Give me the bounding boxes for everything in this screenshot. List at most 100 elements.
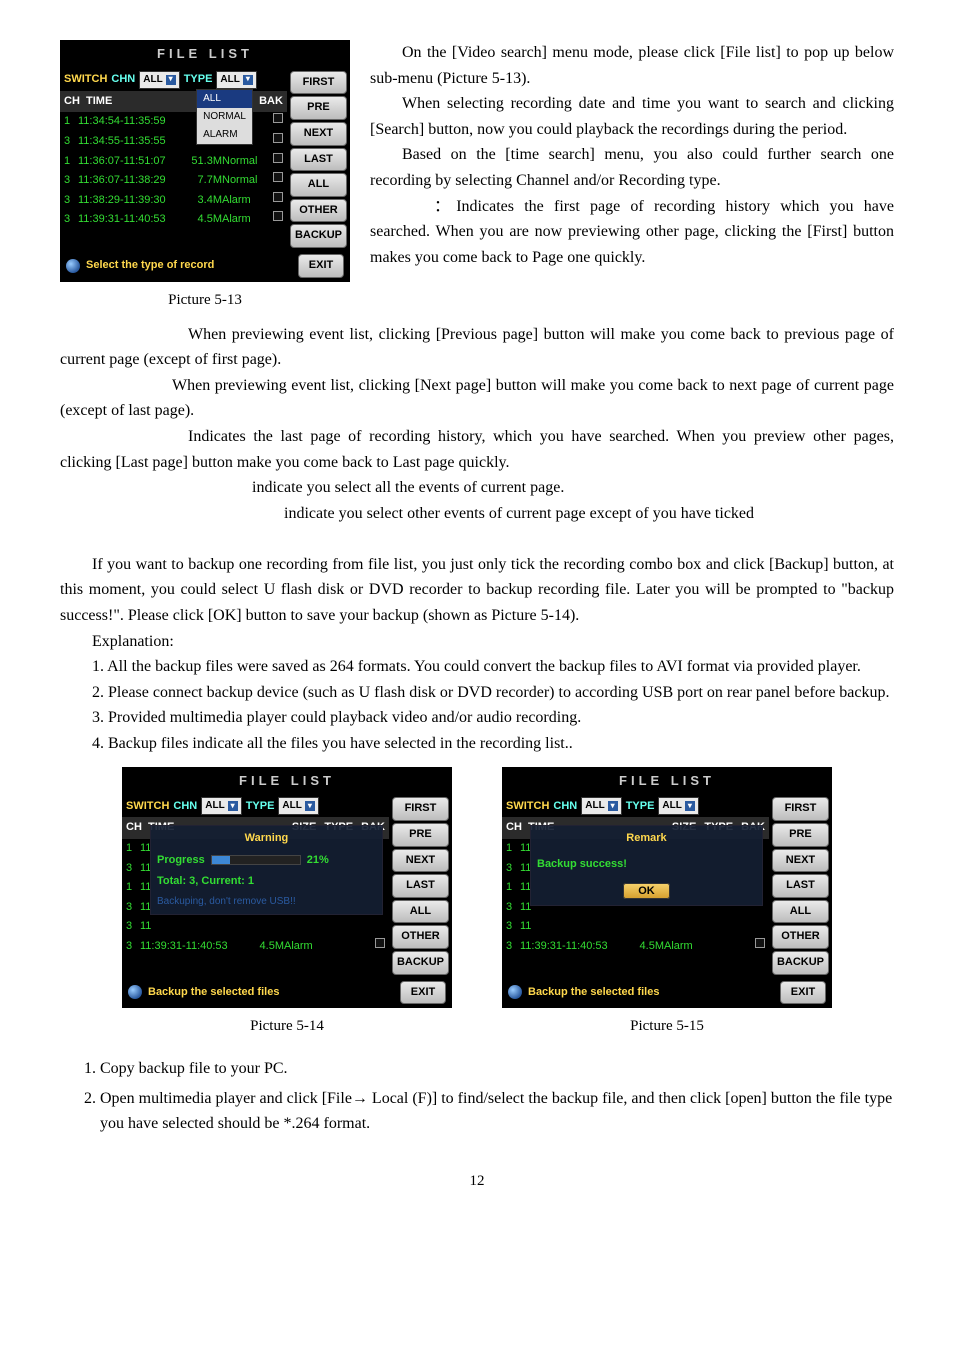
paragraph: 3. Provided multimedia player could play… xyxy=(60,705,894,731)
progress-value: 21% xyxy=(307,852,329,870)
last-button[interactable]: LAST xyxy=(772,874,829,898)
paragraph: 2. Please connect backup device (such as… xyxy=(60,680,894,706)
remark-modal: Remark Backup success! OK xyxy=(530,825,763,906)
pre-button[interactable]: PRE xyxy=(392,823,449,847)
row-checkbox[interactable] xyxy=(273,172,283,182)
busy-text: Backuping, don't remove USB!! xyxy=(157,894,376,910)
dd-option-all[interactable]: ALL xyxy=(197,90,252,108)
footer-text: Backup the selected files xyxy=(148,984,279,1002)
col-ch: CH xyxy=(60,91,82,113)
paragraph: 1. All the backup files were saved as 26… xyxy=(60,654,894,680)
paragraph: indicate you select all the events of cu… xyxy=(60,475,894,501)
next-button[interactable]: NEXT xyxy=(772,849,829,873)
row-checkbox[interactable] xyxy=(375,938,385,948)
table-row[interactable]: 311:39:31-11:40:534.5MAlarm xyxy=(502,937,769,957)
chn-dropdown[interactable]: ALL▾ xyxy=(139,71,179,89)
last-button[interactable]: LAST xyxy=(392,874,449,898)
table-row[interactable]: 311:39:31-11:40:534.5MAlarm xyxy=(122,937,389,957)
modal-title: Remark xyxy=(537,830,756,848)
table-row[interactable]: 311:38:29-11:39:303.4MAlarm xyxy=(60,191,287,211)
backup-button[interactable]: BACKUP xyxy=(290,224,347,248)
chn-label: CHN xyxy=(111,71,135,89)
info-icon xyxy=(128,985,142,999)
paragraph: If you want to backup one recording from… xyxy=(60,552,894,629)
page-number: 12 xyxy=(60,1169,894,1193)
col-bak: BAK xyxy=(255,91,287,113)
file-list-panel-15: FILE LIST SWITCH CHN ALL▾ TYPE ALL▾ CH T… xyxy=(502,767,832,1009)
progress-label: Progress xyxy=(157,852,205,870)
type-dropdown[interactable]: ALL▾ xyxy=(278,797,318,815)
type-dropdown[interactable]: ALL▾ xyxy=(216,71,256,89)
pre-button[interactable]: PRE xyxy=(772,823,829,847)
backup-button[interactable]: BACKUP xyxy=(392,951,449,975)
table-row[interactable]: 311:36:07-11:38:297.7MNormal xyxy=(60,171,287,191)
paragraph: Explanation: xyxy=(60,629,894,655)
panel-footer: Select the type of record EXIT xyxy=(60,250,350,282)
chevron-down-icon: ▾ xyxy=(166,75,176,85)
exit-button[interactable]: EXIT xyxy=(780,981,826,1005)
modal-title: Warning xyxy=(157,830,376,848)
row-checkbox[interactable] xyxy=(273,133,283,143)
type-dropdown-popup[interactable]: ALL NORMAL ALARM xyxy=(196,89,253,145)
switch-label: SWITCH xyxy=(64,71,107,89)
ok-button[interactable]: OK xyxy=(623,883,670,899)
dd-option-alarm[interactable]: ALARM xyxy=(197,126,252,144)
pre-button[interactable]: PRE xyxy=(290,96,347,120)
first-button[interactable]: FIRST xyxy=(290,71,347,95)
all-button[interactable]: ALL xyxy=(290,173,347,197)
first-button[interactable]: FIRST xyxy=(392,797,449,821)
success-text: Backup success! xyxy=(537,856,756,874)
instruction-list: Copy backup file to your PC. Open multim… xyxy=(60,1054,894,1139)
row-checkbox[interactable] xyxy=(755,938,765,948)
type-dropdown[interactable]: ALL▾ xyxy=(658,797,698,815)
chevron-down-icon: ▾ xyxy=(685,801,695,811)
table-row[interactable]: 311 xyxy=(122,917,389,937)
footer-text: Select the type of record xyxy=(86,257,214,275)
table-row[interactable]: 311:39:31-11:40:534.5MAlarm xyxy=(60,210,287,230)
paragraph: On the [Video search] menu mode, please … xyxy=(370,40,894,91)
other-button[interactable]: OTHER xyxy=(392,925,449,949)
row-checkbox[interactable] xyxy=(273,192,283,202)
info-icon xyxy=(66,259,80,273)
file-list-panel-13: FILE LIST SWITCH CHN ALL▾ TYPE ALL▾ ALL … xyxy=(60,40,350,282)
panel-title: FILE LIST xyxy=(122,767,452,796)
progress-bar xyxy=(211,855,301,865)
all-button[interactable]: ALL xyxy=(392,900,449,924)
other-button[interactable]: OTHER xyxy=(290,199,347,223)
exit-button[interactable]: EXIT xyxy=(298,254,344,278)
side-buttons: FIRST PRE NEXT LAST ALL OTHER BACKUP xyxy=(287,69,350,250)
caption-5-14: Picture 5-14 xyxy=(122,1014,452,1038)
all-button[interactable]: ALL xyxy=(772,900,829,924)
table-row[interactable]: 311 xyxy=(502,917,769,937)
first-button[interactable]: FIRST xyxy=(772,797,829,821)
paragraph: When selecting recording date and time y… xyxy=(370,91,894,142)
exit-button[interactable]: EXIT xyxy=(400,981,446,1005)
chevron-down-icon: ▾ xyxy=(243,75,253,85)
row-checkbox[interactable] xyxy=(273,113,283,123)
table-row[interactable]: 111:36:07-11:51:0751.3MNormal xyxy=(60,152,287,172)
paragraph: When previewing event list, clicking [Pr… xyxy=(60,322,894,373)
paragraph: Based on the [time search] menu, you als… xyxy=(370,142,894,193)
row-checkbox[interactable] xyxy=(273,153,283,163)
progress-total: Total: 3, Current: 1 xyxy=(157,873,376,891)
chevron-down-icon: ▾ xyxy=(228,801,238,811)
backup-button[interactable]: BACKUP xyxy=(772,951,829,975)
file-list-panel-14: FILE LIST SWITCH CHN ALL▾ TYPE ALL▾ CH T… xyxy=(122,767,452,1009)
row-checkbox[interactable] xyxy=(273,211,283,221)
chevron-down-icon: ▾ xyxy=(305,801,315,811)
paragraph: 4. Backup files indicate all the files y… xyxy=(60,731,894,757)
panel-title: FILE LIST xyxy=(502,767,832,796)
list-item: Open multimedia player and click [File→ … xyxy=(100,1084,894,1139)
other-button[interactable]: OTHER xyxy=(772,925,829,949)
caption-5-15: Picture 5-15 xyxy=(502,1014,832,1038)
chn-dropdown[interactable]: ALL▾ xyxy=(581,797,621,815)
dd-option-normal[interactable]: NORMAL xyxy=(197,108,252,126)
paragraph: Indicates the last page of recording his… xyxy=(60,424,894,475)
info-icon xyxy=(508,985,522,999)
panel-title: FILE LIST xyxy=(60,40,350,69)
caption-5-13: Picture 5-13 xyxy=(60,288,350,312)
next-button[interactable]: NEXT xyxy=(290,122,347,146)
chn-dropdown[interactable]: ALL▾ xyxy=(201,797,241,815)
last-button[interactable]: LAST xyxy=(290,148,347,172)
next-button[interactable]: NEXT xyxy=(392,849,449,873)
